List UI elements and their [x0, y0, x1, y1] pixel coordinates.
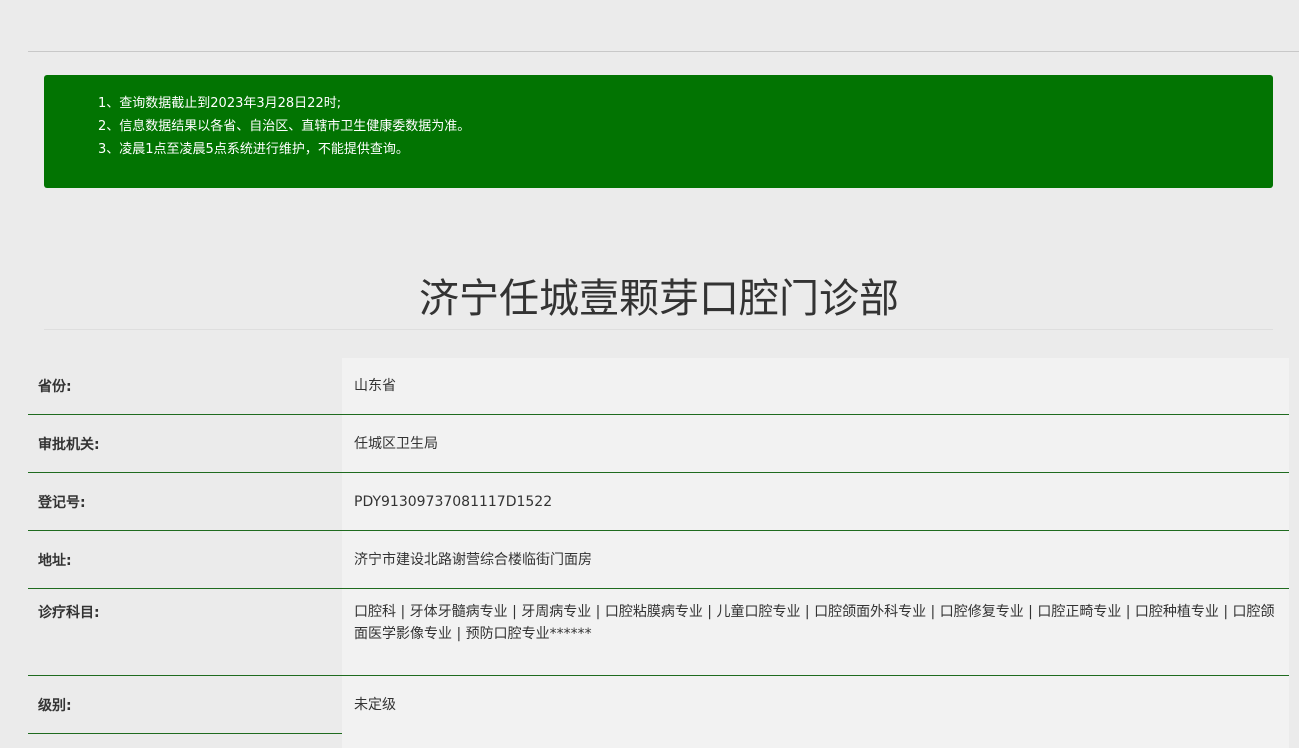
- table-row-province: 省份: 山东省: [28, 358, 1289, 415]
- province-label: 省份:: [28, 358, 342, 414]
- level-label: 级别:: [28, 676, 342, 733]
- table-row-level: 级别: 未定级: [28, 676, 1289, 734]
- address-label: 地址:: [28, 531, 342, 588]
- table-row-address: 地址: 济宁市建设北路谢营综合楼临街门面房: [28, 531, 1289, 589]
- title-divider: [44, 329, 1273, 330]
- page-title: 济宁任城壹颗芽口腔门诊部: [419, 275, 899, 322]
- table-row-departments: 诊疗科目: 口腔科 | 牙体牙髓病专业 | 牙周病专业 | 口腔粘膜病专业 | …: [28, 589, 1289, 676]
- departments-label: 诊疗科目:: [28, 589, 342, 675]
- address-value: 济宁市建设北路谢营综合楼临街门面房: [342, 531, 1289, 588]
- province-value: 山东省: [342, 358, 1289, 414]
- authority-value: 任城区卫生局: [342, 415, 1289, 472]
- table-row-registration: 登记号: PDY91309737081117D1522: [28, 473, 1289, 531]
- notice-box: 1、查询数据截止到2023年3月28日22时; 2、信息数据结果以各省、自治区、…: [44, 75, 1273, 188]
- info-table: 省份: 山东省 审批机关: 任城区卫生局 登记号: PDY91309737081…: [28, 358, 1289, 734]
- table-continuation: [342, 732, 1289, 748]
- registration-value: PDY91309737081117D1522: [342, 473, 1289, 530]
- table-row-authority: 审批机关: 任城区卫生局: [28, 415, 1289, 473]
- notice-line-2: 2、信息数据结果以各省、自治区、直辖市卫生健康委数据为准。: [98, 119, 471, 134]
- registration-label: 登记号:: [28, 473, 342, 530]
- authority-label: 审批机关:: [28, 415, 342, 472]
- departments-value: 口腔科 | 牙体牙髓病专业 | 牙周病专业 | 口腔粘膜病专业 | 儿童口腔专业…: [342, 589, 1289, 675]
- notice-line-3: 3、凌晨1点至凌晨5点系统进行维护，不能提供查询。: [98, 142, 409, 157]
- level-value: 未定级: [342, 676, 1289, 733]
- top-divider: [28, 51, 1299, 52]
- notice-line-1: 1、查询数据截止到2023年3月28日22时;: [98, 96, 342, 111]
